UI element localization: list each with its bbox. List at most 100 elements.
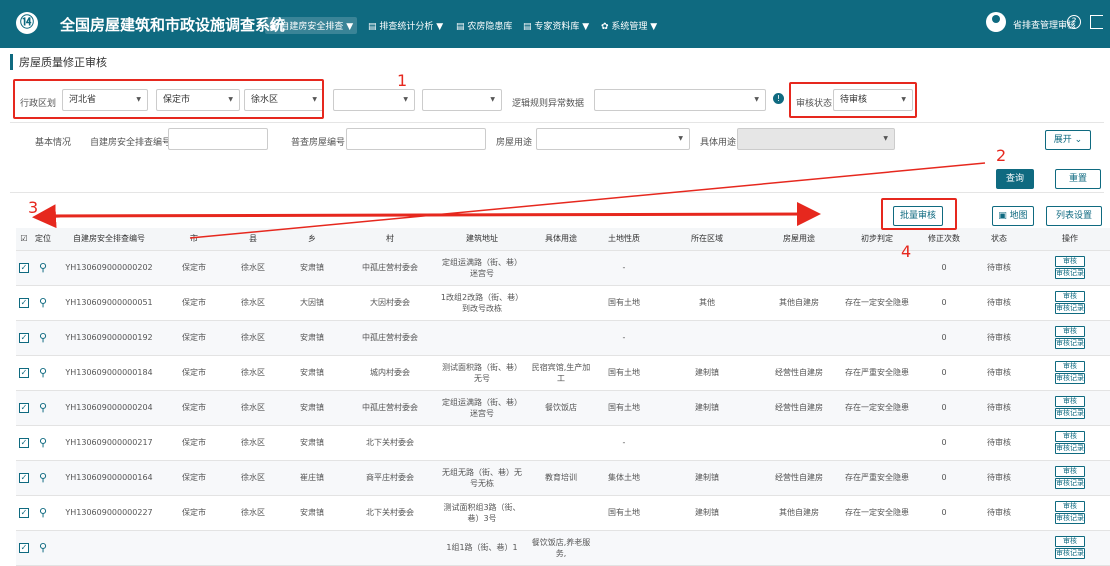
row-checkbox[interactable]: ✓ xyxy=(19,508,29,518)
help-icon[interactable]: ? xyxy=(1067,15,1081,29)
annotation-box-1 xyxy=(13,79,324,119)
cell-use: 餐饮饭店 xyxy=(526,390,596,426)
annotation-arrow-2-line xyxy=(189,162,986,239)
column-header: 操作 xyxy=(1028,228,1110,251)
column-header[interactable]: ☑ xyxy=(16,228,32,251)
audit-button[interactable]: 审核 xyxy=(1055,326,1085,337)
cell-city: 保定市 xyxy=(164,495,224,531)
audit-button[interactable]: 审核 xyxy=(1055,291,1085,302)
nav-expert-library[interactable]: ▤ 专家资料库 ▼ xyxy=(519,17,593,34)
location-pin-icon[interactable]: ⚲ xyxy=(39,542,47,553)
info-icon[interactable]: ! xyxy=(773,93,784,104)
row-checkbox[interactable]: ✓ xyxy=(19,368,29,378)
cell-county: 徐水区 xyxy=(224,320,282,356)
table-row[interactable]: ✓ ⚲ YH130609000000051 保定市 徐水区 大因镇 大因村委会 1改组2改路（… xyxy=(16,285,1110,321)
cell-town: 安肃镇 xyxy=(282,390,342,426)
location-pin-icon[interactable]: ⚲ xyxy=(39,367,47,378)
cell-village: 大因村委会 xyxy=(342,285,438,321)
audit-record-button[interactable]: 审核记录 xyxy=(1055,548,1085,559)
cell-use xyxy=(526,250,596,286)
town-select[interactable] xyxy=(333,89,415,111)
cell-village: 北下关村委会 xyxy=(342,495,438,531)
detail-use-select xyxy=(737,128,895,150)
logic-rule-select[interactable] xyxy=(594,89,766,111)
audit-button[interactable]: 审核 xyxy=(1055,396,1085,407)
audit-record-button[interactable]: 审核记录 xyxy=(1055,373,1085,384)
cell-area: 建制镇 xyxy=(652,460,762,496)
row-checkbox[interactable]: ✓ xyxy=(19,403,29,413)
column-header: 土地性质 xyxy=(596,228,652,251)
table-row[interactable]: ✓ ⚲ YH130609000000202 保定市 徐水区 安肃镇 中孤庄营村委会 定组运满路… xyxy=(16,250,1110,286)
column-header: 定位 xyxy=(32,228,54,251)
cell-house-use xyxy=(762,250,836,286)
nav-statistics[interactable]: ▤ 排查统计分析 ▼ xyxy=(364,17,447,34)
row-checkbox[interactable]: ✓ xyxy=(19,333,29,343)
cell-count: 0 xyxy=(918,355,970,391)
audit-record-button[interactable]: 审核记录 xyxy=(1055,303,1085,314)
location-pin-icon[interactable]: ⚲ xyxy=(39,437,47,448)
table-row[interactable]: ✓ ⚲ 1组1路（街、巷）1 餐饮饭店,养老服务, 审核 审核记录 xyxy=(16,530,1110,566)
audit-button[interactable]: 审核 xyxy=(1055,431,1085,442)
cell-code: YH130609000000051 xyxy=(54,285,164,321)
audit-record-button[interactable]: 审核记录 xyxy=(1055,268,1085,279)
cell-village: 北下关村委会 xyxy=(342,425,438,461)
row-checkbox[interactable]: ✓ xyxy=(19,298,29,308)
cell-count xyxy=(918,530,970,566)
table-row[interactable]: ✓ ⚲ YH130609000000192 保定市 徐水区 安肃镇 中孤庄营村委会 - 0 待审核… xyxy=(16,320,1110,356)
survey-code-input[interactable] xyxy=(346,128,486,150)
basic-info-label: 基本情况 xyxy=(35,138,72,148)
cell-use: 餐饮饭店,养老服务, xyxy=(526,530,596,566)
check-code-input[interactable] xyxy=(168,128,268,150)
location-pin-icon[interactable]: ⚲ xyxy=(39,402,47,413)
expand-button[interactable]: 展开 ⌄ xyxy=(1045,130,1091,150)
audit-record-button[interactable]: 审核记录 xyxy=(1055,513,1085,524)
table-row[interactable]: ✓ ⚲ YH130609000000217 保定市 徐水区 安肃镇 北下关村委会 -0 待审核审… xyxy=(16,425,1110,461)
village-select[interactable] xyxy=(422,89,502,111)
audit-button[interactable]: 审核 xyxy=(1055,466,1085,477)
logout-icon[interactable] xyxy=(1090,15,1103,29)
nav-label: 自建房安全排查 ▼ xyxy=(280,22,354,32)
cell-land: 集体土地 xyxy=(596,460,652,496)
table-row[interactable]: ✓ ⚲ YH130609000000204 保定市 徐水区 安肃镇 中孤庄营村委会 定组运满路… xyxy=(16,390,1110,426)
column-header: 修正次数 xyxy=(918,228,970,251)
query-button[interactable]: 查询 xyxy=(996,169,1034,189)
location-pin-icon[interactable]: ⚲ xyxy=(39,297,47,308)
row-checkbox[interactable]: ✓ xyxy=(19,263,29,273)
avatar-icon[interactable] xyxy=(986,12,1006,32)
location-pin-icon[interactable]: ⚲ xyxy=(39,262,47,273)
house-use-select[interactable] xyxy=(536,128,690,150)
cell-actions: 审核 审核记录 xyxy=(1028,285,1110,321)
row-checkbox[interactable]: ✓ xyxy=(19,438,29,448)
cell-land: - xyxy=(596,425,652,461)
location-pin-icon[interactable]: ⚲ xyxy=(39,332,47,343)
audit-button[interactable]: 审核 xyxy=(1055,536,1085,547)
cell-village: 中孤庄营村委会 xyxy=(342,250,438,286)
cell-status: 待审核 xyxy=(970,460,1028,496)
audit-record-button[interactable]: 审核记录 xyxy=(1055,478,1085,489)
nav-hazard-library[interactable]: ▤ 农房隐患库 xyxy=(452,17,516,34)
location-pin-icon[interactable]: ⚲ xyxy=(39,472,47,483)
audit-button[interactable]: 审核 xyxy=(1055,361,1085,372)
location-pin-icon[interactable]: ⚲ xyxy=(39,507,47,518)
audit-record-button[interactable]: 审核记录 xyxy=(1055,443,1085,454)
cell-actions: 审核 审核记录 xyxy=(1028,355,1110,391)
audit-record-button[interactable]: 审核记录 xyxy=(1055,408,1085,419)
reset-button[interactable]: 重置 xyxy=(1055,169,1101,189)
table-row[interactable]: ✓ ⚲ YH130609000000227 保定市 徐水区 安肃镇 北下关村委会 测试面积组3… xyxy=(16,495,1110,531)
table-row[interactable]: ✓ ⚲ YH130609000000184 保定市 徐水区 安肃镇 城内村委会 测试面积路（街… xyxy=(16,355,1110,391)
annotation-box-status xyxy=(789,82,917,118)
nav-self-built-house-check[interactable]: ▣ 自建房安全排查 ▼ xyxy=(265,17,358,34)
audit-record-button[interactable]: 审核记录 xyxy=(1055,338,1085,349)
cell-address: 测试面积路（街、巷）无号 xyxy=(438,355,526,391)
column-settings-button[interactable]: 列表设置 xyxy=(1046,206,1102,226)
row-checkbox[interactable]: ✓ xyxy=(19,473,29,483)
audit-button[interactable]: 审核 xyxy=(1055,501,1085,512)
cell-land: 国有土地 xyxy=(596,355,652,391)
audit-button[interactable]: 审核 xyxy=(1055,256,1085,267)
nav-system-admin[interactable]: ✿ 系统管理 ▼ xyxy=(597,17,661,34)
cell-house-use: 其他自建房 xyxy=(762,495,836,531)
table-row[interactable]: ✓ ⚲ YH130609000000164 保定市 徐水区 崔庄镇 商平庄村委会 无组无路（街… xyxy=(16,460,1110,496)
cell-land: - xyxy=(596,320,652,356)
house-use-label: 房屋用途 xyxy=(496,138,533,148)
map-button[interactable]: ▣ 地图 xyxy=(992,206,1034,226)
